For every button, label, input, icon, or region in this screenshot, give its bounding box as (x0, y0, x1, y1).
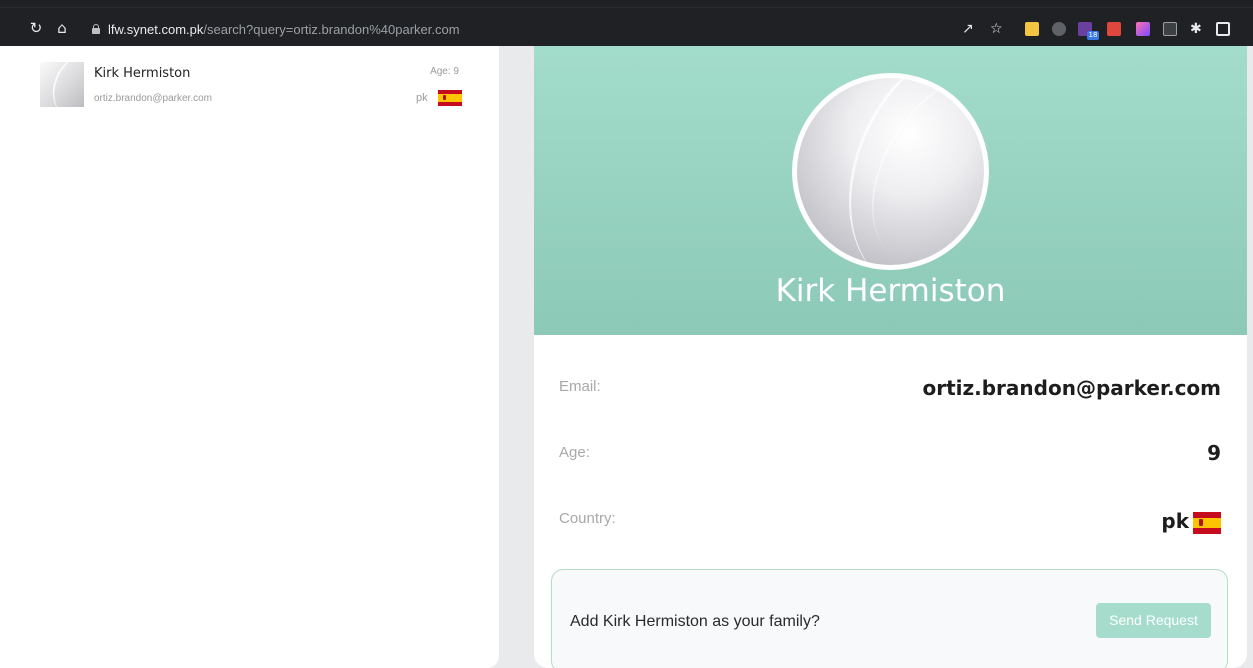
result-name: Kirk Hermiston (94, 66, 191, 81)
tab-strip (0, 0, 1253, 8)
extension-percent-icon[interactable] (1107, 22, 1121, 36)
age-value: 9 (1207, 441, 1221, 465)
profile-card: Kirk Hermiston Email: ortiz.brandon@park… (534, 46, 1247, 668)
profile-name: Kirk Hermiston (775, 273, 1006, 309)
family-request-prompt: Add Kirk Hermiston as your family? (570, 613, 820, 630)
extension-camera-icon[interactable] (1052, 22, 1066, 36)
search-results-panel (0, 46, 499, 668)
result-age: Age: 9 (430, 66, 459, 77)
spain-flag-icon (1193, 511, 1221, 534)
spain-flag-icon (438, 90, 462, 106)
home-icon[interactable]: ⌂ (54, 20, 70, 36)
url-path: /search?query=ortiz.brandon%40parker.com (203, 22, 460, 37)
extension-badge: 18 (1087, 31, 1099, 40)
puzzle-icon[interactable]: ✱ (1190, 21, 1202, 37)
search-result-item[interactable]: Kirk Hermiston ortiz.brandon@parker.com … (40, 62, 465, 108)
result-avatar (40, 62, 84, 107)
country-row: pk (1161, 509, 1221, 534)
extension-glasses-icon[interactable] (1163, 22, 1177, 36)
profile-header: Kirk Hermiston (534, 46, 1247, 335)
browser-toolbar: ↻ ⌂ lfw.synet.com.pk/search?query=ortiz.… (0, 0, 1253, 46)
lock-icon[interactable] (92, 24, 100, 34)
age-label: Age: (559, 444, 590, 461)
email-label: Email: (559, 378, 601, 395)
side-panel-icon[interactable] (1216, 22, 1230, 36)
star-icon[interactable]: ☆ (990, 21, 1003, 37)
country-label: Country: (559, 510, 616, 527)
url-host: lfw.synet.com.pk (108, 22, 204, 37)
result-email: ortiz.brandon@parker.com (94, 93, 212, 104)
extension-notes-icon[interactable] (1025, 22, 1039, 36)
email-value: ortiz.brandon@parker.com (922, 376, 1221, 400)
family-request-box: Add Kirk Hermiston as your family? Send … (551, 569, 1228, 668)
reload-icon[interactable]: ↻ (28, 20, 44, 36)
profile-avatar (792, 73, 989, 270)
share-icon[interactable]: ↗ (962, 21, 974, 37)
result-country: pk (416, 92, 428, 104)
send-request-button[interactable]: Send Request (1096, 603, 1211, 638)
url-text[interactable]: lfw.synet.com.pk/search?query=ortiz.bran… (108, 22, 460, 37)
extension-gradient-icon[interactable] (1136, 22, 1150, 36)
country-value: pk (1161, 509, 1189, 533)
